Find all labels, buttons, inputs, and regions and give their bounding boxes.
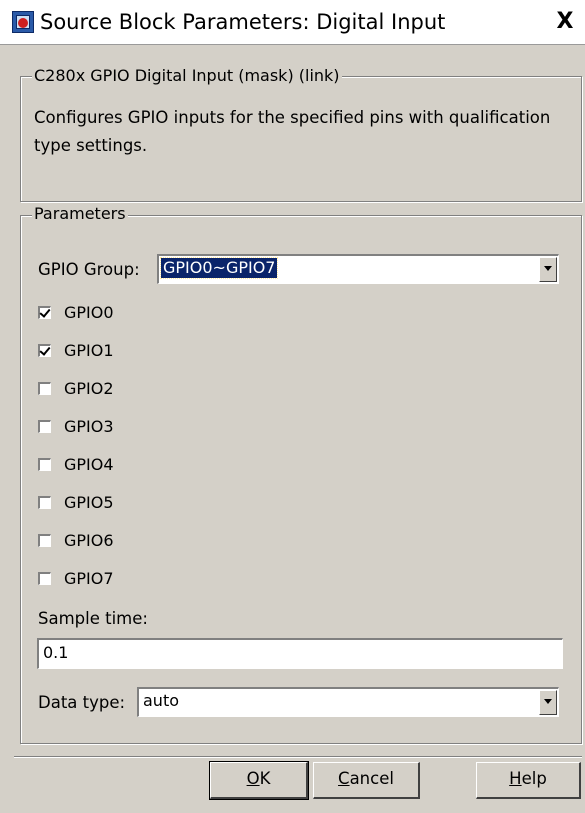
gpio-group-dropdown[interactable]: GPIO0~GPIO7 <box>157 254 559 284</box>
data-type-dropdown[interactable]: auto <box>137 687 559 717</box>
checkbox-label: GPIO6 <box>64 531 114 550</box>
sample-time-value: 0.1 <box>43 643 69 662</box>
ok-mnemonic: O <box>246 769 260 788</box>
checkbox-box[interactable] <box>38 534 51 547</box>
checkbox-label: GPIO0 <box>64 303 114 322</box>
data-type-label: Data type: <box>38 693 126 712</box>
checkbox-box[interactable] <box>38 344 51 357</box>
close-icon[interactable]: X <box>551 9 579 35</box>
help-label-rest: elp <box>521 769 547 788</box>
gpio-group-value: GPIO0~GPIO7 <box>159 257 279 279</box>
ok-button[interactable]: OK <box>209 761 309 800</box>
checkbox-label: GPIO1 <box>64 341 114 360</box>
gpio-group-label: GPIO Group: <box>38 260 140 279</box>
data-type-value: auto <box>143 691 180 710</box>
chevron-down-icon[interactable] <box>539 690 557 715</box>
title-bar: Source Block Parameters: Digital Input X <box>0 0 585 45</box>
checkbox-label: GPIO5 <box>64 493 114 512</box>
description-group-legend: C280x GPIO Digital Input (mask) (link) <box>32 66 342 86</box>
checkbox-label: GPIO4 <box>64 455 114 474</box>
parameters-group-legend: Parameters <box>32 204 128 224</box>
button-separator <box>14 756 582 758</box>
checkbox-label: GPIO3 <box>64 417 114 436</box>
checkbox-box[interactable] <box>38 420 51 433</box>
ok-label-rest: K <box>259 769 271 788</box>
cancel-button[interactable]: Cancel <box>313 762 420 799</box>
sample-time-input[interactable]: 0.1 <box>37 638 563 669</box>
checkbox-label: GPIO7 <box>64 569 114 588</box>
checkbox-box[interactable] <box>38 306 51 319</box>
checkbox-label: GPIO2 <box>64 379 114 398</box>
cancel-mnemonic: C <box>338 769 350 788</box>
simulink-block-icon <box>12 11 34 33</box>
block-description: Configures GPIO inputs for the specified… <box>34 108 551 155</box>
checkbox-box[interactable] <box>38 572 51 585</box>
cancel-label-rest: ancel <box>349 769 394 788</box>
checkbox-box[interactable] <box>38 458 51 471</box>
checkbox-box[interactable] <box>38 382 51 395</box>
window-title: Source Block Parameters: Digital Input <box>40 10 446 34</box>
help-mnemonic: H <box>509 769 522 788</box>
chevron-down-icon[interactable] <box>539 257 557 282</box>
help-button[interactable]: Help <box>476 762 581 799</box>
checkbox-box[interactable] <box>38 496 51 509</box>
sample-time-label: Sample time: <box>38 609 148 628</box>
